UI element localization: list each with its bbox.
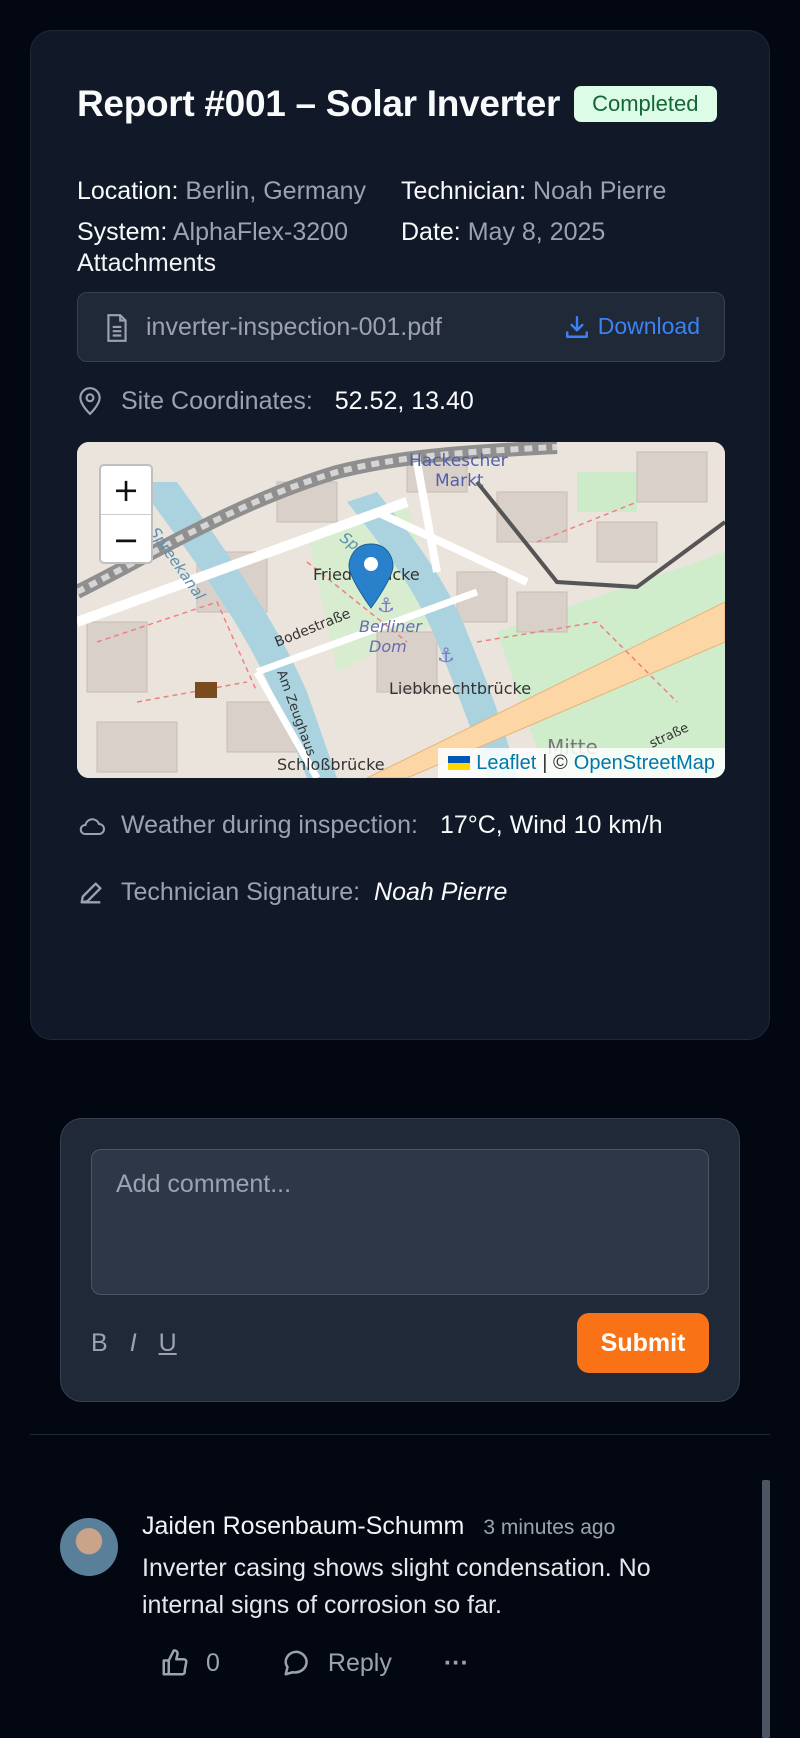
cloud-icon xyxy=(77,814,111,838)
date-value: May 8, 2025 xyxy=(467,218,606,246)
location-value: Berlin, Germany xyxy=(185,177,367,205)
download-link[interactable]: Download xyxy=(564,313,700,340)
comment-time: 3 minutes ago xyxy=(483,1516,616,1539)
like-count: 0 xyxy=(206,1648,220,1677)
map-tiles[interactable]: Hackescher Markt Fried sbrücke Berliner … xyxy=(77,442,725,778)
comment-author[interactable]: Jaiden Rosenbaum-Schumm xyxy=(142,1512,464,1540)
download-icon xyxy=(565,315,588,338)
date-label: Date: xyxy=(401,218,461,246)
file-icon xyxy=(104,313,130,348)
scrollbar[interactable] xyxy=(762,1480,770,1738)
map-label-markt: Markt xyxy=(435,471,484,491)
coordinates-label: Site Coordinates: xyxy=(121,386,313,415)
weather-row: Weather during inspection: 17°C, Wind 10… xyxy=(77,811,663,840)
map-label-dom: Dom xyxy=(369,637,407,656)
report-card: Report #001 – Solar Inverter Completed L… xyxy=(30,30,770,1040)
date-meta: Date: May 8, 2025 xyxy=(401,218,605,247)
castle-poi-icon xyxy=(195,682,217,698)
site-map[interactable]: Hackescher Markt Fried sbrücke Berliner … xyxy=(77,442,725,778)
system-meta: System: AlphaFlex-3200 xyxy=(77,218,348,247)
avatar xyxy=(60,1518,118,1576)
more-icon[interactable]: ··· xyxy=(444,1649,469,1678)
comment-header: Jaiden Rosenbaum-Schumm 3 minutes ago xyxy=(142,1512,615,1541)
attachment-item: inverter-inspection-001.pdf Download xyxy=(77,292,725,362)
comment-form: Add comment... B I U Submit xyxy=(60,1118,740,1402)
zoom-out-button[interactable]: − xyxy=(101,515,151,564)
comment-text: Inverter casing shows slight condensatio… xyxy=(142,1554,651,1619)
attribution-separator: | © xyxy=(542,751,568,774)
signature-row: Technician Signature: Noah Pierre xyxy=(77,878,507,907)
reply-label[interactable]: Reply xyxy=(328,1649,392,1678)
system-label: System: xyxy=(77,218,168,246)
submit-button[interactable]: Submit xyxy=(577,1313,709,1373)
thumbs-up-icon xyxy=(162,1649,188,1676)
technician-meta: Technician: Noah Pierre xyxy=(401,177,666,206)
zoom-in-button[interactable]: + xyxy=(101,466,151,515)
anchor-poi-icon: ⚓ xyxy=(377,595,395,617)
italic-button[interactable]: I xyxy=(130,1329,137,1358)
weather-value: 17°C, Wind 10 km/h xyxy=(439,811,663,839)
download-label[interactable]: Download xyxy=(598,313,700,340)
leaflet-link[interactable]: Leaflet xyxy=(476,752,536,775)
bold-button[interactable]: B xyxy=(91,1329,108,1358)
attachment-filename: inverter-inspection-001.pdf xyxy=(146,313,442,341)
map-attribution: Leaflet | © OpenStreetMap xyxy=(438,748,725,778)
format-toolbar: B I U xyxy=(91,1329,177,1358)
attachments-heading: Attachments xyxy=(77,249,216,277)
like-button[interactable]: 0 xyxy=(160,1648,220,1678)
location-label: Location: xyxy=(77,177,179,205)
zoom-control: + − xyxy=(99,464,153,564)
status-badge: Completed xyxy=(574,86,717,122)
osm-link[interactable]: OpenStreetMap xyxy=(574,752,715,775)
pen-icon xyxy=(77,879,111,907)
report-title: Report #001 – Solar Inverter xyxy=(77,83,561,124)
map-label-hackescher: Hackescher xyxy=(409,451,508,471)
underline-button[interactable]: U xyxy=(159,1329,177,1358)
map-pin-icon xyxy=(77,386,111,416)
location-meta: Location: Berlin, Germany xyxy=(77,177,366,206)
map-label-schlossbruecke: Schloßbrücke xyxy=(277,755,385,774)
reply-button[interactable]: Reply xyxy=(282,1648,392,1678)
weather-label: Weather during inspection: xyxy=(121,811,418,839)
comment-icon xyxy=(284,1650,308,1676)
coordinates-value: 52.52, 13.40 xyxy=(334,386,474,415)
signature-value: Noah Pierre xyxy=(374,878,508,906)
comment-actions: 0 Reply ··· xyxy=(160,1648,469,1678)
coordinates-row: Site Coordinates: 52.52, 13.40 xyxy=(77,386,474,416)
comment-input[interactable]: Add comment... xyxy=(91,1149,709,1295)
technician-label: Technician: xyxy=(401,177,527,205)
title-row: Report #001 – Solar Inverter Completed xyxy=(77,83,717,125)
map-label-liebknechtbruecke: Liebknechtbrücke xyxy=(389,679,531,698)
ukraine-flag-icon xyxy=(448,756,471,770)
system-value: AlphaFlex-3200 xyxy=(172,218,348,246)
anchor-poi-icon-2: ⚓ xyxy=(437,645,455,667)
map-label-berliner: Berliner xyxy=(359,617,423,636)
divider xyxy=(30,1434,770,1435)
signature-label: Technician Signature: xyxy=(121,878,361,906)
technician-value: Noah Pierre xyxy=(533,177,667,205)
